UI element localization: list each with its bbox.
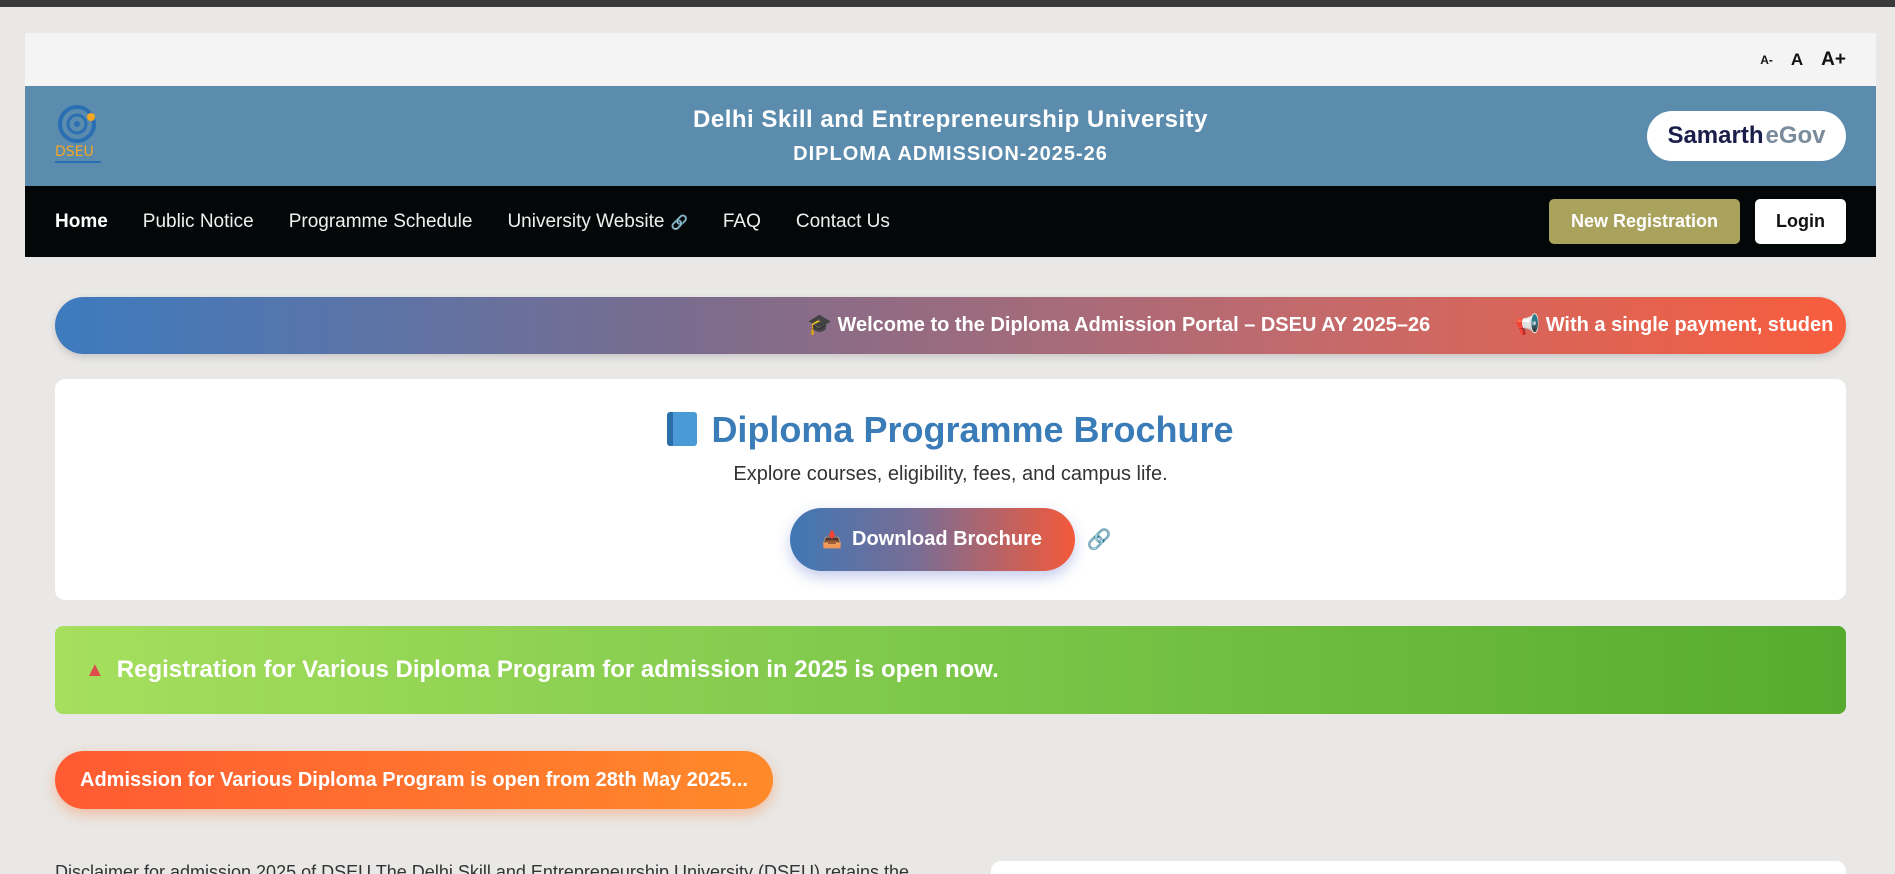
samarth-text: Samarth bbox=[1667, 122, 1764, 149]
accessibility-bar: A- A A+ bbox=[25, 33, 1876, 86]
right-panel bbox=[991, 861, 1846, 874]
download-row: 📥 Download Brochure 🔗 bbox=[55, 508, 1846, 571]
download-brochure-label: Download Brochure bbox=[852, 528, 1043, 550]
new-registration-button[interactable]: New Registration bbox=[1548, 199, 1741, 244]
external-link-icon: 🔗 bbox=[670, 213, 688, 230]
site-header: DSEU Delhi Skill and Entrepreneurship Un… bbox=[25, 86, 1876, 186]
font-normal-button[interactable]: A bbox=[1791, 50, 1803, 70]
admission-subtitle: DIPLOMA ADMISSION-2025-26 bbox=[793, 143, 1108, 165]
brochure-title: Diploma Programme Brochure bbox=[711, 409, 1234, 450]
ticker-message-welcome: 🎓 Welcome to the Diploma Admission Porta… bbox=[807, 314, 1431, 336]
nav-home[interactable]: Home bbox=[55, 211, 108, 233]
header-titles: Delhi Skill and Entrepreneurship Univers… bbox=[25, 106, 1876, 166]
admission-open-badge[interactable]: Admission for Various Diploma Program is… bbox=[55, 751, 773, 809]
download-brochure-button[interactable]: 📥 Download Brochure bbox=[789, 508, 1075, 571]
brochure-card: Diploma Programme Brochure Explore cours… bbox=[55, 379, 1846, 600]
party-hat-icon: ▲ bbox=[85, 658, 105, 681]
font-increase-button[interactable]: A+ bbox=[1821, 49, 1846, 71]
browser-top-strip bbox=[0, 0, 1895, 7]
nav-faq[interactable]: FAQ bbox=[723, 211, 761, 233]
link-icon: 🔗 bbox=[1086, 529, 1112, 551]
nav-programme-schedule[interactable]: Programme Schedule bbox=[289, 211, 473, 233]
login-button[interactable]: Login bbox=[1755, 199, 1846, 244]
main-navbar: Home Public Notice Programme Schedule Un… bbox=[25, 186, 1876, 257]
nav-university-website[interactable]: University Website 🔗 bbox=[507, 211, 687, 233]
disclaimer-text: Disclaimer for admission 2025 of DSEU Th… bbox=[55, 862, 910, 874]
nav-university-website-label: University Website bbox=[507, 210, 665, 232]
brochure-subtitle: Explore courses, eligibility, fees, and … bbox=[733, 463, 1168, 485]
egov-text: eGov bbox=[1765, 122, 1826, 149]
samarth-egov-logo[interactable]: Samarth eGov bbox=[1647, 111, 1846, 161]
registration-open-text: Registration for Various Diploma Program… bbox=[116, 656, 999, 683]
ticker-message-payment: 📢 With a single payment, studen bbox=[1515, 314, 1834, 336]
registration-open-banner: ▲ Registration for Various Diploma Progr… bbox=[55, 626, 1846, 714]
book-icon bbox=[667, 412, 698, 446]
nav-contact-us[interactable]: Contact Us bbox=[796, 211, 890, 233]
university-title: Delhi Skill and Entrepreneurship Univers… bbox=[693, 106, 1208, 133]
brochure-heading: Diploma Programme Brochure bbox=[55, 409, 1846, 451]
page-frame: A- A A+ DSEU Delhi Skill and Entrepreneu… bbox=[25, 33, 1876, 257]
news-ticker: 🎓 Welcome to the Diploma Admission Porta… bbox=[55, 297, 1846, 354]
nav-buttons: New Registration Login bbox=[1548, 199, 1846, 244]
inbox-tray-icon: 📥 bbox=[822, 531, 842, 549]
ticker-track: 🎓 Welcome to the Diploma Admission Porta… bbox=[807, 297, 1833, 354]
nav-public-notice[interactable]: Public Notice bbox=[143, 211, 254, 233]
font-decrease-button[interactable]: A- bbox=[1760, 53, 1773, 67]
